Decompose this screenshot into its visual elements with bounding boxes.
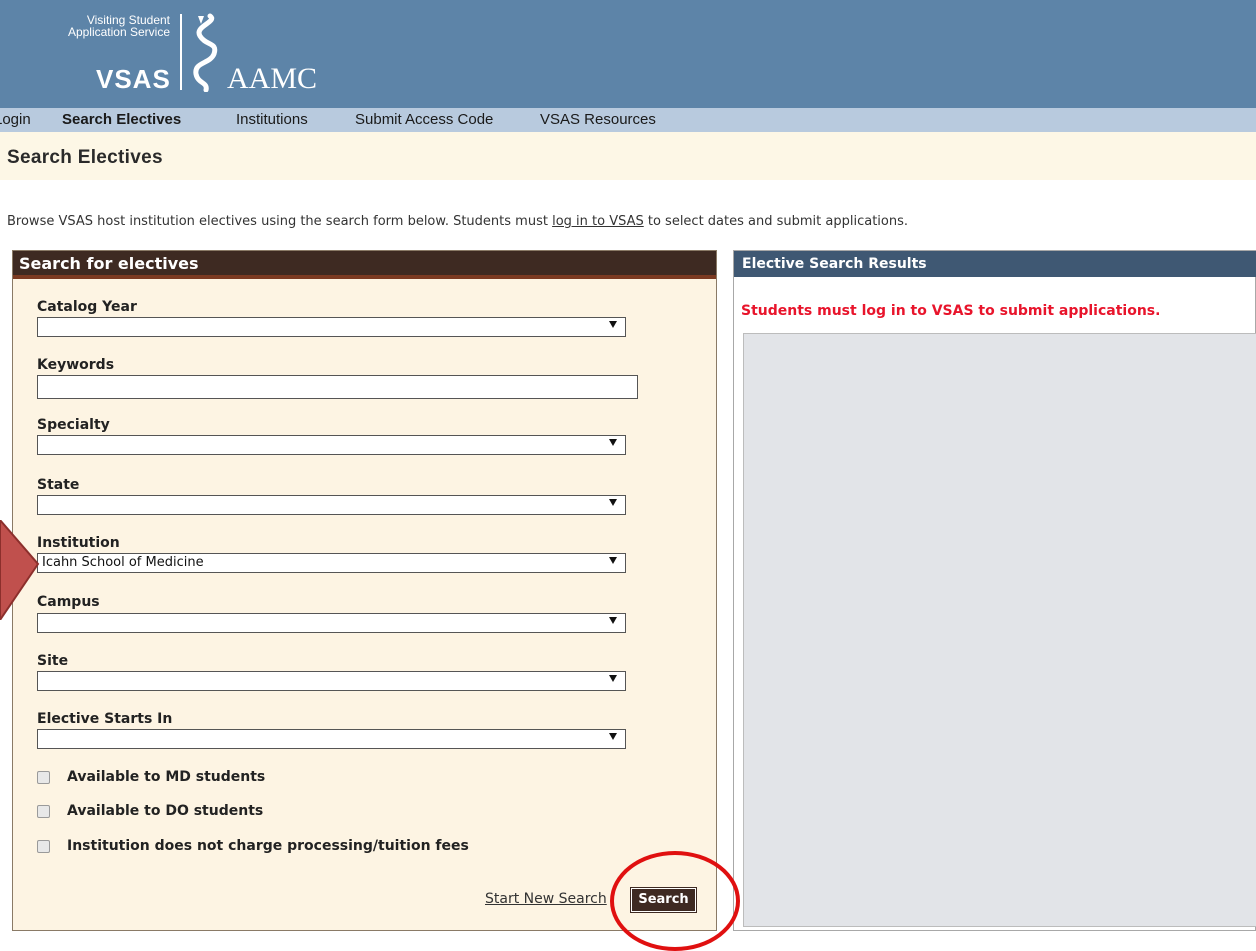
start-new-search-link[interactable]: Start New Search <box>485 891 607 907</box>
page-title: Search Electives <box>7 147 163 168</box>
site-select[interactable] <box>37 671 626 691</box>
header-banner: Visiting Student Application Service VSA… <box>0 0 1256 108</box>
login-link[interactable]: log in to VSAS <box>552 214 644 229</box>
aamc-logo: AAMC <box>227 62 318 95</box>
nav-vsas-resources[interactable]: VSAS Resources <box>540 108 656 132</box>
nav-login[interactable]: Login <box>0 108 31 132</box>
logo-line-2: Application Service <box>67 25 170 39</box>
dropdown-arrow-icon <box>609 733 617 740</box>
results-panel-title: Elective Search Results <box>742 256 927 272</box>
md-students-checkbox[interactable] <box>37 771 50 784</box>
keywords-label: Keywords <box>37 357 115 373</box>
dropdown-arrow-icon <box>609 499 617 506</box>
search-panel-header: Search for electives <box>13 251 716 279</box>
institution-value: Icahn School of Medicine <box>42 555 204 570</box>
dropdown-arrow-icon <box>609 557 617 564</box>
dropdown-arrow-icon <box>609 675 617 682</box>
intro-text: Browse VSAS host institution electives u… <box>7 214 908 229</box>
vsas-logo-tagline: Visiting Student Application Service <box>58 14 170 38</box>
state-label: State <box>37 477 80 493</box>
do-students-label: Available to DO students <box>67 803 264 819</box>
results-list-area <box>743 333 1256 927</box>
logo-divider <box>180 14 182 90</box>
campus-label: Campus <box>37 594 100 610</box>
nav-submit-access-code[interactable]: Submit Access Code <box>355 108 493 132</box>
site-label: Site <box>37 653 69 669</box>
catalog-year-label: Catalog Year <box>37 299 137 315</box>
annotation-circle <box>610 851 740 951</box>
dropdown-arrow-icon <box>609 439 617 446</box>
intro-before: Browse VSAS host institution electives u… <box>7 214 553 229</box>
login-required-notice: Students must log in to VSAS to submit a… <box>741 303 1161 319</box>
keywords-input[interactable] <box>37 375 638 399</box>
state-select[interactable] <box>37 495 626 515</box>
annotation-arrow-icon <box>0 520 40 620</box>
vsas-logo: VSAS <box>96 64 171 94</box>
nav-search-electives[interactable]: Search Electives <box>62 108 181 132</box>
elective-starts-in-label: Elective Starts In <box>37 711 173 727</box>
elective-starts-in-select[interactable] <box>37 729 626 749</box>
main-nav: Login Search Electives Institutions Subm… <box>0 108 1256 132</box>
nav-institutions[interactable]: Institutions <box>236 108 308 132</box>
catalog-year-select[interactable] <box>37 317 626 337</box>
caduceus-icon <box>193 13 218 92</box>
dropdown-arrow-icon <box>609 321 617 328</box>
intro-after: to select dates and submit applications. <box>643 214 908 229</box>
do-students-checkbox[interactable] <box>37 805 50 818</box>
results-panel-header: Elective Search Results <box>734 251 1256 277</box>
dropdown-arrow-icon <box>609 617 617 624</box>
specialty-select[interactable] <box>37 435 626 455</box>
no-fees-checkbox[interactable] <box>37 840 50 853</box>
search-form-panel: Search for electives Catalog Year Keywor… <box>12 250 717 931</box>
results-panel: Elective Search Results Students must lo… <box>733 250 1256 931</box>
specialty-label: Specialty <box>37 417 110 433</box>
no-fees-label: Institution does not charge processing/t… <box>67 838 469 854</box>
institution-label: Institution <box>37 535 120 551</box>
md-students-label: Available to MD students <box>67 769 266 785</box>
campus-select[interactable] <box>37 613 626 633</box>
institution-select[interactable]: Icahn School of Medicine <box>37 553 626 573</box>
page-title-bar: Search Electives <box>0 132 1256 180</box>
search-panel-title: Search for electives <box>19 254 199 273</box>
